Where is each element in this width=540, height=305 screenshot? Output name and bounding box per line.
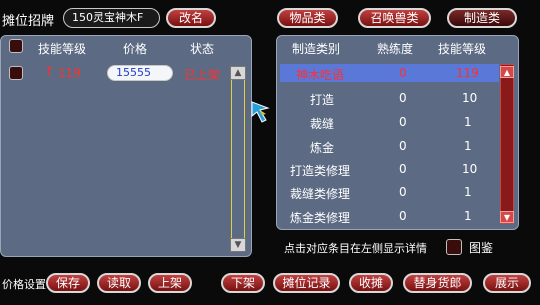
up-arrow-icon: ↑: [44, 65, 55, 80]
row-level: 119: [456, 66, 479, 80]
display-button[interactable]: 展示: [483, 273, 531, 293]
select-all-checkbox[interactable]: [9, 39, 23, 53]
sign-label: 摊位招牌: [2, 14, 55, 29]
row-category[interactable]: 神木吃语: [296, 66, 344, 83]
header-skill-level: 技能等级: [38, 42, 87, 56]
row-category[interactable]: 裁缝: [310, 115, 334, 132]
stall-record-button[interactable]: 摊位记录: [273, 273, 340, 293]
listing-scrollbar[interactable]: [231, 66, 245, 252]
row-proficiency: 0: [399, 115, 407, 129]
row-proficiency: 0: [399, 91, 407, 105]
row-level: 1: [464, 139, 472, 153]
row-category[interactable]: 炼金类修理: [290, 209, 350, 226]
save-button[interactable]: 保存: [46, 273, 90, 293]
price-input[interactable]: 15555: [107, 65, 173, 81]
tab-pets[interactable]: 召唤兽类: [358, 8, 431, 28]
header-proficiency: 熟练度: [377, 42, 414, 56]
handbook-checkbox[interactable]: [446, 239, 462, 255]
row-level: 10: [462, 162, 478, 176]
row-level: 1: [464, 115, 472, 129]
substitute-vendor-button[interactable]: 替身货郎: [403, 273, 472, 293]
detail-hint: 点击对应条目在左侧显示详情: [284, 242, 427, 255]
row-proficiency: 0: [399, 66, 407, 80]
row-level: 1: [464, 185, 472, 199]
crafting-scroll-down-button[interactable]: ▼: [500, 211, 514, 223]
close-stall-button[interactable]: 收摊: [349, 273, 393, 293]
scroll-down-button[interactable]: ▼: [230, 238, 246, 252]
cursor-arrow-icon: [251, 101, 270, 123]
row-proficiency: 0: [399, 209, 407, 223]
row-level: 1: [464, 209, 472, 223]
row-proficiency: 0: [399, 162, 407, 176]
delist-button[interactable]: 下架: [221, 273, 265, 293]
listing-status: 已上架: [184, 68, 221, 82]
header-status: 状态: [190, 42, 215, 56]
handbook-label: 图鉴: [469, 241, 494, 255]
price-settings-label: 价格设置:: [2, 278, 50, 291]
tab-crafting[interactable]: 制造类: [447, 8, 517, 28]
row-level: 10: [462, 91, 478, 105]
header-price: 价格: [123, 42, 148, 56]
listing-level: 119: [58, 66, 81, 80]
crafting-scroll-up-button[interactable]: ▲: [500, 66, 514, 78]
header-category: 制造类别: [292, 42, 341, 56]
row-category[interactable]: 裁缝类修理: [290, 185, 350, 202]
row-category[interactable]: 打造: [310, 91, 334, 108]
row-checkbox[interactable]: [9, 66, 23, 80]
rename-button[interactable]: 改名: [166, 8, 216, 28]
scroll-up-button[interactable]: ▲: [230, 66, 246, 80]
row-proficiency: 0: [399, 139, 407, 153]
row-proficiency: 0: [399, 185, 407, 199]
row-category[interactable]: 打造类修理: [290, 162, 350, 179]
crafting-scrollbar[interactable]: [500, 64, 514, 224]
tab-items[interactable]: 物品类: [277, 8, 338, 28]
sign-name-field[interactable]: 150灵宝神木F: [63, 8, 160, 28]
header-right-skill-level: 技能等级: [438, 42, 487, 56]
row-category[interactable]: 炼金: [310, 139, 334, 156]
load-button[interactable]: 读取: [97, 273, 141, 293]
list-button[interactable]: 上架: [148, 273, 192, 293]
